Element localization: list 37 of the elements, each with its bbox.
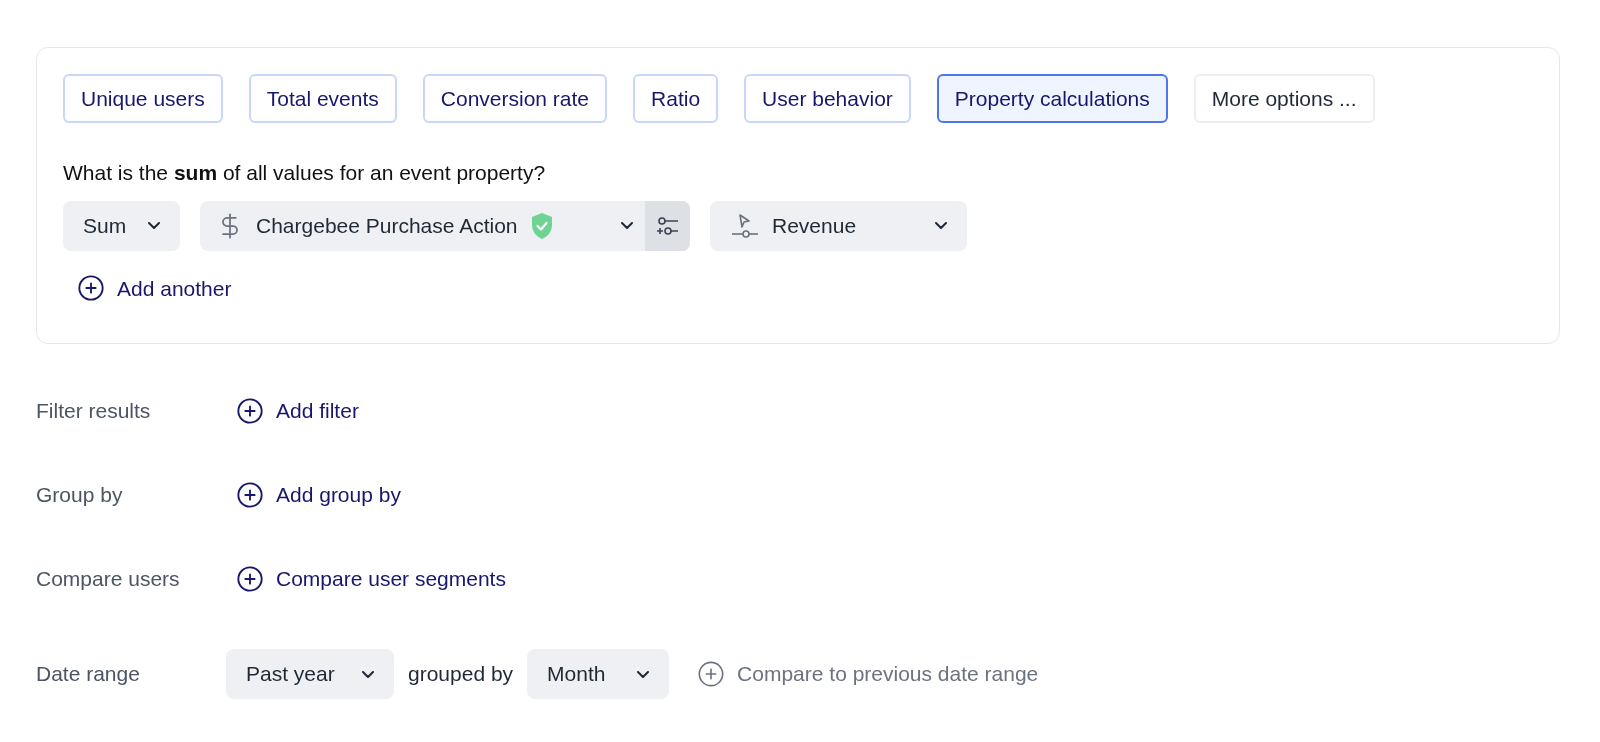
aggregation-select[interactable]: Sum xyxy=(63,200,180,251)
question-text: What is the sum of all values for an event property? xyxy=(63,160,547,186)
chevron-down-icon xyxy=(621,222,633,229)
metric-tab[interactable]: Conversion rate xyxy=(422,74,608,123)
row-label: Group by xyxy=(36,482,124,509)
row-label: Filter results xyxy=(36,398,152,425)
property-select[interactable]: Revenue xyxy=(710,200,967,251)
metric-tab[interactable]: Unique users xyxy=(63,74,223,123)
metric-tab[interactable]: Ratio xyxy=(633,74,719,123)
add-another-button[interactable]: Add another xyxy=(77,272,232,304)
chevron-down-icon xyxy=(935,222,947,229)
add-action-button[interactable]: Add filter xyxy=(236,395,359,427)
add-action-button[interactable]: Add group by xyxy=(236,479,401,511)
add-circle-icon xyxy=(236,397,264,425)
grouped-by-text: grouped by xyxy=(408,661,514,688)
metric-tab[interactable]: More options ... xyxy=(1193,74,1375,123)
compare-date-range-button[interactable]: Compare to previous date range xyxy=(697,658,1039,690)
row-label: Date range xyxy=(36,661,141,688)
add-circle-icon xyxy=(697,660,726,688)
filter-settings-button[interactable] xyxy=(645,200,690,251)
event-name: Chargebee Purchase Action xyxy=(256,212,518,239)
metric-tab[interactable]: Total events xyxy=(248,74,397,123)
filter-settings-icon xyxy=(654,214,681,237)
event-select[interactable]: Chargebee Purchase Action xyxy=(200,200,690,251)
add-circle-icon xyxy=(236,481,264,509)
metric-tab[interactable]: User behavior xyxy=(744,74,911,123)
chevron-down-icon xyxy=(637,670,650,678)
metric-tab[interactable]: Property calculations xyxy=(936,74,1168,123)
chevron-down-icon xyxy=(362,670,374,678)
add-circle-icon xyxy=(77,274,105,303)
chevron-down-icon xyxy=(148,222,160,229)
add-circle-icon xyxy=(236,565,264,593)
row-label: Compare users xyxy=(36,566,181,593)
property-icon xyxy=(730,212,760,239)
add-action-button[interactable]: Compare user segments xyxy=(236,563,506,595)
interval-select[interactable]: Month xyxy=(527,649,670,699)
date-range-select[interactable]: Past year xyxy=(226,649,394,699)
